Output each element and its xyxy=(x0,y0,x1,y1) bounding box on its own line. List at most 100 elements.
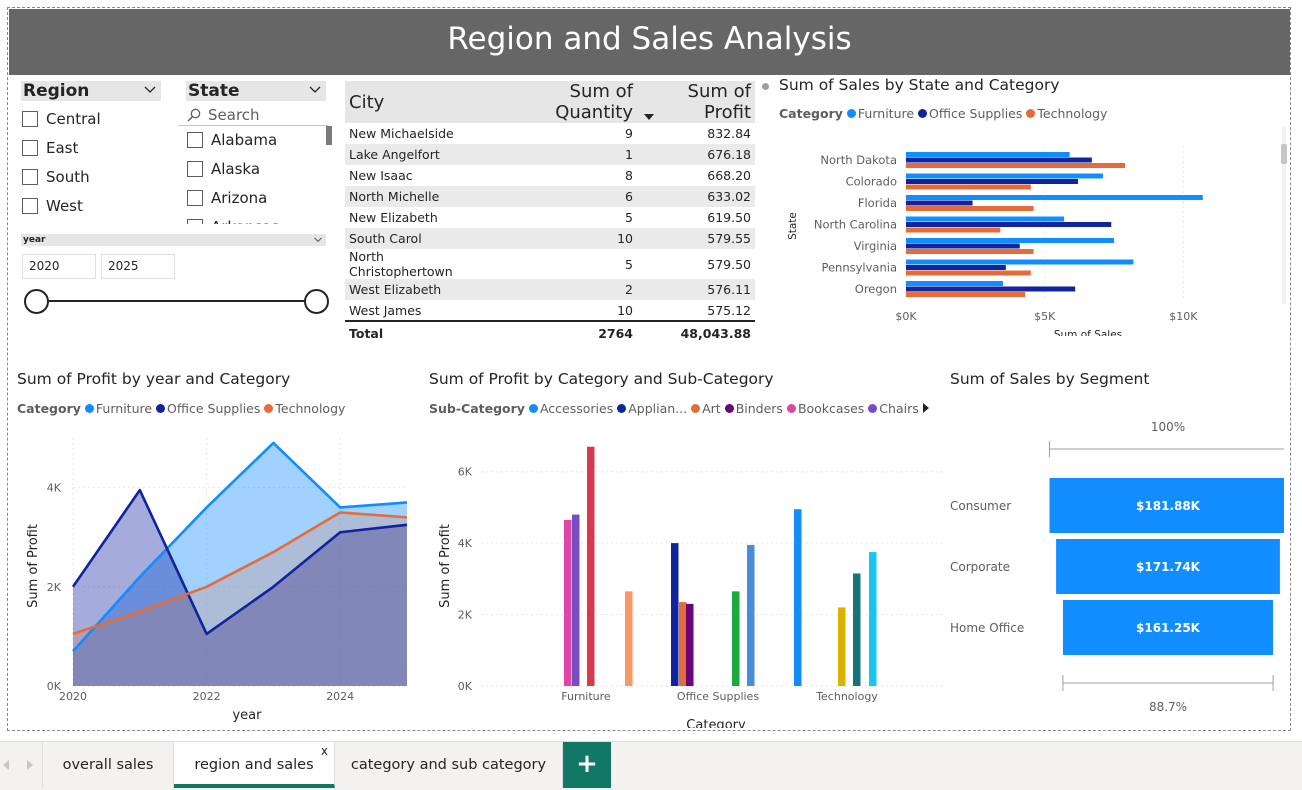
state-slicer-header[interactable]: State xyxy=(186,81,326,101)
table-row[interactable]: New Michaelside 9 832.84 xyxy=(345,123,755,144)
bar-office-supplies-1[interactable] xyxy=(679,602,687,686)
state-search-box[interactable]: Search xyxy=(178,104,328,126)
tab-region-and-sales[interactable]: region and sales x xyxy=(174,742,335,788)
region-item-south[interactable]: South xyxy=(22,165,90,189)
region-checkbox[interactable] xyxy=(22,169,38,185)
bar-colorado-furniture[interactable] xyxy=(906,173,1103,179)
bar-north-dakota-furniture[interactable] xyxy=(906,152,1070,157)
state-scrollbar[interactable] xyxy=(326,126,332,145)
bar-office-supplies-2[interactable] xyxy=(686,603,694,686)
state-search-input[interactable]: Search xyxy=(208,106,260,124)
bar-pennsylvania-office-supplies[interactable] xyxy=(906,265,1006,270)
year-to-input[interactable]: 2025 xyxy=(101,254,175,279)
tab-category-and-sub-category[interactable]: category and sub category xyxy=(335,742,563,788)
state-legend-item-office-supplies[interactable]: Office Supplies xyxy=(918,106,1022,121)
bar-pennsylvania-furniture[interactable] xyxy=(906,259,1134,265)
bar-furniture-0[interactable] xyxy=(564,519,572,686)
region-checkbox[interactable] xyxy=(22,198,38,214)
chart-scrollbar-thumb[interactable] xyxy=(1281,144,1287,164)
bar-technology-0[interactable] xyxy=(794,509,802,686)
table-row[interactable]: New Isaac 8 668.20 xyxy=(345,165,755,186)
year-legend-item-furniture[interactable]: Furniture xyxy=(84,401,152,416)
x-tick-label: 2020 xyxy=(59,690,87,703)
year-from-input[interactable]: 2020 xyxy=(22,254,96,279)
state-checkbox[interactable] xyxy=(187,161,203,177)
bar-oregon-technology[interactable] xyxy=(906,292,1026,297)
table-row[interactable]: West Elizabeth 2 576.11 xyxy=(345,279,755,300)
bar-north-dakota-office-supplies[interactable] xyxy=(906,157,1092,163)
region-slicer-header[interactable]: Region xyxy=(21,81,161,101)
bar-colorado-office-supplies[interactable] xyxy=(906,179,1078,184)
bar-furniture-3[interactable] xyxy=(625,591,633,686)
chevron-down-icon[interactable] xyxy=(313,235,323,245)
chevron-down-icon[interactable] xyxy=(308,83,322,97)
state-legend-item-furniture[interactable]: Furniture xyxy=(846,106,914,121)
region-item-west[interactable]: West xyxy=(22,194,83,218)
add-page-button[interactable]: + xyxy=(563,742,611,788)
chevron-down-icon[interactable] xyxy=(143,83,157,97)
bar-florida-technology[interactable] xyxy=(906,206,1034,211)
bar-office-supplies-3[interactable] xyxy=(732,591,740,686)
table-row[interactable]: North Michelle 6 633.02 xyxy=(345,186,755,207)
state-item-alabama[interactable]: Alabama xyxy=(187,128,277,152)
year-slider-track[interactable] xyxy=(37,300,318,302)
close-tab-icon[interactable]: x xyxy=(321,728,328,774)
bar-oregon-office-supplies[interactable] xyxy=(906,286,1076,292)
year-slider-end-handle[interactable] xyxy=(304,289,329,314)
year-legend-item-technology[interactable]: Technology xyxy=(264,401,345,416)
subcat-legend-item-applian[interactable]: Applian... xyxy=(617,401,687,416)
year-slicer-header[interactable]: year xyxy=(21,234,326,246)
col-header-city[interactable]: City xyxy=(345,81,493,123)
bar-technology-1[interactable] xyxy=(838,607,846,686)
bar-furniture-2[interactable] xyxy=(587,446,595,686)
table-row[interactable]: New Elizabeth 5 619.50 xyxy=(345,207,755,228)
state-item-arizona[interactable]: Arizona xyxy=(187,186,267,210)
table-row[interactable]: West James 10 575.12 xyxy=(345,300,755,321)
table-row[interactable]: South Carol 10 579.55 xyxy=(345,228,755,249)
state-item-arkansas[interactable]: Arkansas xyxy=(187,215,279,224)
table-row[interactable]: Lake Angelfort 1 676.18 xyxy=(345,144,755,165)
bar-north-dakota-technology[interactable] xyxy=(906,163,1126,168)
state-checkbox[interactable] xyxy=(187,190,203,206)
subcat-legend-item-chairs[interactable]: Chairs xyxy=(868,401,919,416)
bar-office-supplies-4[interactable] xyxy=(747,544,755,686)
subcat-legend-item-bookcases[interactable]: Bookcases xyxy=(786,401,864,416)
table-row[interactable]: North Christophertown 5 579.50 xyxy=(345,249,755,279)
bar-oregon-furniture[interactable] xyxy=(906,281,1004,286)
col-header-profit[interactable]: Sum of Profit xyxy=(637,81,755,123)
region-item-central[interactable]: Central xyxy=(22,107,101,131)
bar-florida-furniture[interactable] xyxy=(906,195,1203,200)
bar-virginia-furniture[interactable] xyxy=(906,238,1115,243)
state-checkbox[interactable] xyxy=(187,219,203,224)
tab-overall-sales[interactable]: overall sales xyxy=(43,742,174,788)
state-item-alaska[interactable]: Alaska xyxy=(187,157,260,181)
bar-north-carolina-furniture[interactable] xyxy=(906,216,1065,222)
bar-virginia-technology[interactable] xyxy=(906,249,1034,254)
year-slider-start-handle[interactable] xyxy=(24,289,49,314)
state-item-label: Alabama xyxy=(211,131,278,149)
year-legend-item-office-supplies[interactable]: Office Supplies xyxy=(156,401,260,416)
bar-technology-2[interactable] xyxy=(853,573,861,687)
state-legend-item-technology[interactable]: Technology xyxy=(1026,106,1107,121)
bar-technology-3[interactable] xyxy=(869,552,877,686)
subcat-legend-item-binders[interactable]: Binders xyxy=(724,401,783,416)
bar-colorado-technology[interactable] xyxy=(906,184,1031,190)
state-checkbox[interactable] xyxy=(187,132,203,148)
region-checkbox[interactable] xyxy=(22,140,38,156)
bar-office-supplies-0[interactable] xyxy=(671,543,679,686)
y-tick-label: 6K xyxy=(458,466,473,479)
tab-scroll-left-icon[interactable] xyxy=(2,760,10,770)
col-header-quantity[interactable]: Sum of Quantity xyxy=(493,81,637,123)
bar-florida-office-supplies[interactable] xyxy=(906,200,973,206)
subcat-legend-item-art[interactable]: Art xyxy=(691,401,721,416)
bar-north-carolina-office-supplies[interactable] xyxy=(906,222,1112,227)
legend-next-arrow-icon[interactable] xyxy=(922,403,930,413)
bar-pennsylvania-technology[interactable] xyxy=(906,270,1031,276)
bar-north-carolina-technology[interactable] xyxy=(906,227,1001,233)
bar-virginia-office-supplies[interactable] xyxy=(906,243,1020,249)
bar-furniture-1[interactable] xyxy=(572,514,580,686)
region-checkbox[interactable] xyxy=(22,111,38,127)
tab-scroll-right-icon[interactable] xyxy=(26,760,34,770)
subcat-legend-item-accessories[interactable]: Accessories xyxy=(528,401,613,416)
region-item-east[interactable]: East xyxy=(22,136,78,160)
